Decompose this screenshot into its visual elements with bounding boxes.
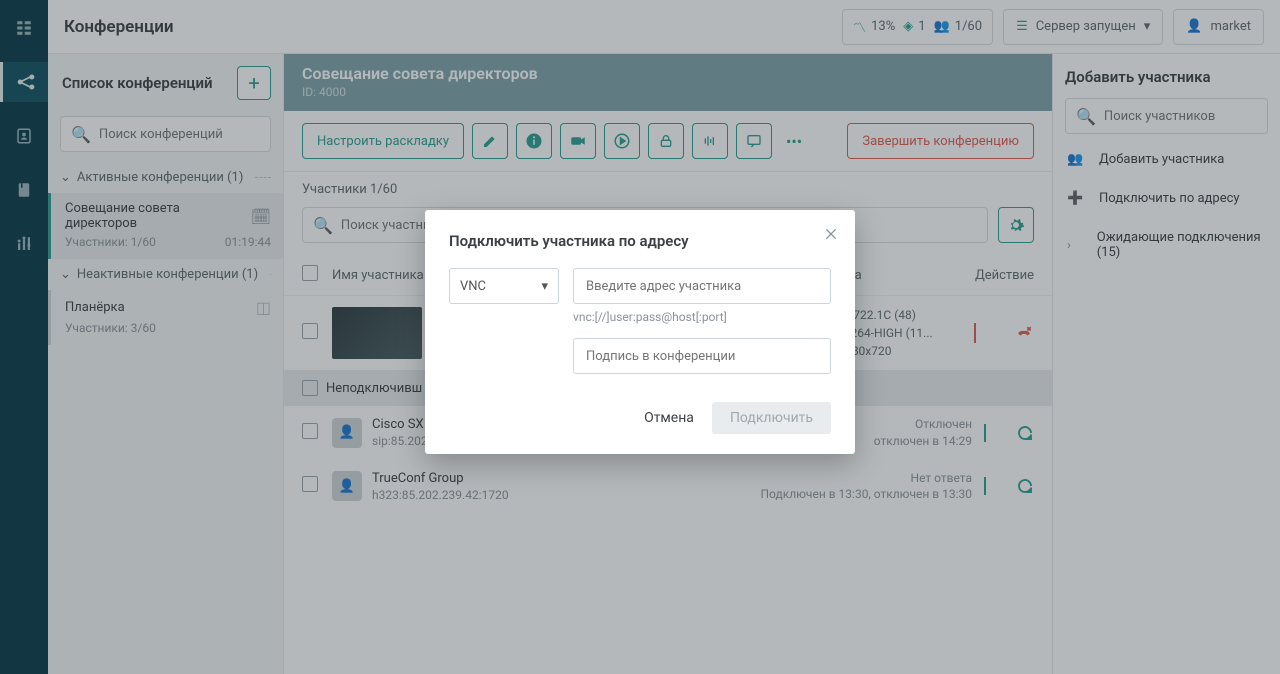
caption-input[interactable] — [573, 338, 831, 374]
protocol-value: VNC — [460, 279, 486, 294]
protocol-select[interactable]: VNC ▾ — [449, 268, 559, 304]
address-hint: vnc:[//]user:pass@host[:port] — [573, 310, 831, 324]
chevron-down-icon: ▾ — [541, 279, 548, 294]
address-input[interactable] — [573, 268, 831, 304]
connect-button[interactable]: Подключить — [712, 402, 831, 434]
cancel-button[interactable]: Отмена — [640, 402, 698, 434]
modal-title: Подключить участника по адресу — [449, 232, 831, 250]
modal-overlay[interactable]: Подключить участника по адресу VNC ▾ vnc… — [0, 0, 1280, 674]
connect-modal: Подключить участника по адресу VNC ▾ vnc… — [425, 210, 855, 454]
close-button[interactable] — [823, 226, 839, 242]
